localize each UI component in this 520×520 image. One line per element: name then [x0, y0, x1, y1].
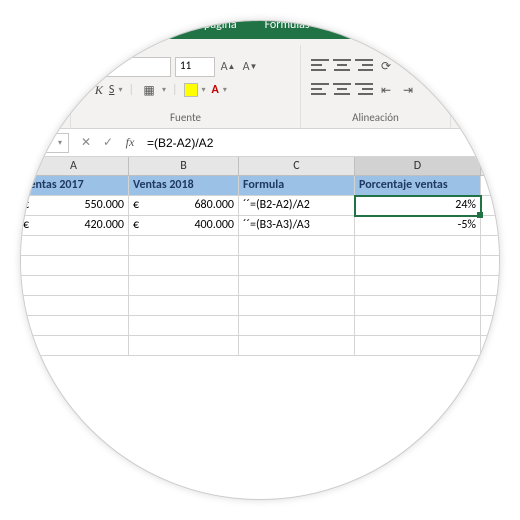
- bold-button[interactable]: N: [81, 83, 89, 97]
- group-label-clipboard: tapapeles: [20, 111, 60, 124]
- tab-disposicion[interactable]: Disposición de página: [117, 20, 251, 38]
- group-font: Calibri 11 A▲ A▼ N K S▾ | ▦▾ | ▾ A▾ Fuen…: [71, 45, 301, 128]
- ribbon: tapapeles Calibri 11 A▲ A▼ N K S▾ | ▦▾ |…: [20, 39, 500, 129]
- cell-D1[interactable]: Porcentaje ventas: [355, 176, 481, 196]
- font-name-combo[interactable]: Calibri: [81, 57, 171, 77]
- cell-A2[interactable]: €550.000: [20, 196, 129, 216]
- decrease-font-icon[interactable]: A▼: [241, 58, 259, 76]
- cell-E2[interactable]: [481, 196, 500, 216]
- increase-font-icon[interactable]: A▲: [219, 58, 237, 76]
- name-box[interactable]: D2 ▾: [20, 133, 69, 153]
- tab-insertar[interactable]: Insertar: [51, 20, 117, 38]
- cell-B3[interactable]: €400.000: [129, 216, 239, 236]
- col-header-A[interactable]: A: [20, 157, 129, 176]
- cell-B1[interactable]: Ventas 2018: [129, 176, 239, 196]
- excel-window: Insertar Disposición de página Fórmulas …: [20, 20, 500, 356]
- accept-formula-icon[interactable]: ✓: [97, 135, 119, 150]
- align-top-icon[interactable]: [311, 57, 329, 73]
- align-center-icon[interactable]: [333, 81, 351, 97]
- orientation-icon[interactable]: ⟳: [377, 57, 395, 75]
- cell-D3[interactable]: -5%: [355, 216, 481, 236]
- decrease-indent-icon[interactable]: ⇤: [377, 81, 395, 99]
- cancel-formula-icon[interactable]: ✕: [75, 135, 97, 150]
- group-label-alignment: Alineación: [311, 111, 440, 124]
- col-header-C[interactable]: C: [239, 157, 355, 176]
- group-alignment: ⟳ ⇤ ⇥ Alineación: [301, 45, 451, 128]
- cell-A1[interactable]: Ventas 2017: [20, 176, 129, 196]
- cell-C2[interactable]: ´´=(B2-A2)/A2: [239, 196, 355, 216]
- cell-C1[interactable]: Formula: [239, 176, 355, 196]
- cell-C3[interactable]: ´´=(B3-A3)/A3: [239, 216, 355, 236]
- formula-input[interactable]: [141, 134, 500, 152]
- fill-color-icon[interactable]: [184, 83, 198, 97]
- align-middle-icon[interactable]: [333, 57, 351, 73]
- ribbon-tabs: Insertar Disposición de página Fórmulas: [20, 20, 500, 39]
- strike-button[interactable]: S: [109, 83, 115, 97]
- paste-button[interactable]: [20, 58, 51, 98]
- align-bottom-icon[interactable]: [355, 57, 373, 73]
- formula-bar: D2 ▾ ✕ ✓ fx: [20, 129, 500, 157]
- font-size-combo[interactable]: 11: [175, 57, 215, 77]
- cell-B2[interactable]: €680.000: [129, 196, 239, 216]
- increase-indent-icon[interactable]: ⇥: [399, 81, 417, 99]
- col-header-E[interactable]: [481, 157, 500, 176]
- borders-icon[interactable]: ▦: [140, 81, 158, 99]
- italic-button[interactable]: K: [95, 83, 103, 98]
- cell-E1[interactable]: [481, 176, 500, 196]
- spreadsheet-grid[interactable]: A B C D 1 Ventas 2017 Ventas 2018 Formul…: [20, 157, 500, 356]
- col-header-B[interactable]: B: [129, 157, 239, 176]
- cell-A4[interactable]: [20, 236, 129, 256]
- align-left-icon[interactable]: [311, 81, 329, 97]
- fx-icon[interactable]: fx: [119, 135, 141, 150]
- font-color-icon[interactable]: A: [212, 83, 219, 97]
- chevron-down-icon[interactable]: ▾: [58, 138, 62, 148]
- tab-formulas[interactable]: Fórmulas: [251, 20, 324, 38]
- group-clipboard: tapapeles: [20, 45, 71, 128]
- align-right-icon[interactable]: [355, 81, 373, 97]
- group-label-font: Fuente: [81, 111, 290, 124]
- cell-D2[interactable]: 24%: [355, 196, 481, 216]
- cell-E3[interactable]: [481, 216, 500, 236]
- col-header-D[interactable]: D: [355, 157, 481, 176]
- cell-A3[interactable]: €420.000: [20, 216, 129, 236]
